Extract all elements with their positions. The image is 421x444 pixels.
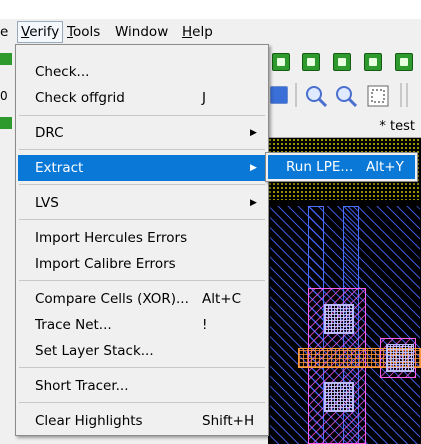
menu-item-label: Import Calibre Errors: [35, 256, 176, 272]
menu-verify-rest: erify: [29, 24, 60, 40]
verify-menu: Check... Check offgrid J DRC ▶ Extract ▶…: [15, 44, 269, 436]
menu-item-label: DRC: [35, 125, 64, 141]
menu-item-import-calibre[interactable]: Import Calibre Errors: [18, 251, 266, 277]
underlying-left-panel: 0: [0, 45, 14, 444]
zoom-in-icon[interactable]: [303, 83, 329, 109]
menu-item-shortcut: Alt+C: [202, 291, 242, 307]
menu-item-label: Clear Highlights: [35, 413, 143, 429]
window-title-strip: [0, 0, 421, 19]
menu-separator: [19, 219, 265, 220]
zoom-out-icon[interactable]: [333, 83, 359, 109]
layer-icon: [0, 53, 12, 65]
menu-item-label: Check offgrid: [35, 90, 125, 106]
toolbar-separator: [406, 83, 408, 107]
menu-item-trace-net[interactable]: Trace Net... !: [18, 312, 266, 338]
menu-item-label: Extract: [35, 160, 84, 176]
menu-item-drc[interactable]: DRC ▶: [18, 120, 266, 146]
menu-verify[interactable]: Verify: [17, 21, 64, 43]
menu-item-import-hercules[interactable]: Import Hercules Errors: [18, 225, 266, 251]
menu-tools-rest: ools: [72, 24, 101, 40]
extract-submenu: Run LPE... Alt+Y: [265, 152, 418, 182]
contact-via: [386, 344, 414, 372]
menu-item-shortcut: !: [202, 317, 208, 333]
layer-tool-icon[interactable]: [272, 53, 290, 71]
row-value: 0: [0, 89, 8, 103]
layout-canvas[interactable]: [268, 138, 421, 444]
menu-item-label: LVS: [35, 195, 59, 211]
menu-item-compare-cells[interactable]: Compare Cells (XOR)... Alt+C: [18, 286, 266, 312]
layer-icon: [0, 117, 12, 129]
menu-item-label: Run LPE...: [286, 159, 354, 175]
menu-help[interactable]: Help: [179, 21, 216, 43]
menu-item-shortcut: J: [202, 90, 206, 106]
menu-item-set-layer-stack[interactable]: Set Layer Stack...: [18, 338, 266, 364]
menu-item-extract[interactable]: Extract ▶: [18, 155, 266, 181]
contact-via: [324, 382, 354, 412]
menu-edit-partial[interactable]: e: [0, 21, 11, 43]
contact-via: [324, 304, 354, 334]
menu-item-label: Trace Net...: [35, 317, 112, 333]
document-tab[interactable]: * test: [379, 119, 415, 134]
layer-tool-icon[interactable]: [395, 53, 413, 71]
menu-item-check[interactable]: Check...: [18, 59, 266, 85]
layer-tool-icon[interactable]: [333, 53, 351, 71]
menu-help-rest: elp: [192, 24, 213, 40]
submenu-arrow-icon: ▶: [250, 198, 257, 208]
submenu-arrow-icon: ▶: [250, 163, 257, 173]
menu-separator: [19, 115, 265, 116]
menu-item-run-lpe[interactable]: Run LPE... Alt+Y: [268, 155, 415, 179]
toolbar-separator: [400, 83, 402, 107]
menu-item-label: Import Hercules Errors: [35, 230, 188, 246]
zoom-fit-icon[interactable]: [365, 83, 391, 109]
menu-item-check-offgrid[interactable]: Check offgrid J: [18, 85, 266, 111]
menu-item-lvs[interactable]: LVS ▶: [18, 190, 266, 216]
menu-separator: [19, 280, 265, 281]
menu-tools[interactable]: Tools: [64, 21, 103, 43]
toolbar-separator: [295, 83, 297, 107]
menu-item-shortcut: Shift+H: [202, 413, 255, 429]
select-tool-icon[interactable]: [270, 86, 288, 104]
menubar: e Verify Tools Window Help: [0, 19, 421, 45]
menu-item-label: Set Layer Stack...: [35, 343, 154, 359]
layer-tool-icon[interactable]: [302, 53, 320, 71]
menu-separator: [19, 367, 265, 368]
canvas-header: * test: [268, 117, 421, 138]
menu-item-shortcut: Alt+Y: [366, 159, 404, 175]
menu-window[interactable]: Window: [112, 21, 171, 43]
menu-separator: [19, 184, 265, 185]
menu-separator: [19, 402, 265, 403]
menu-item-short-tracer[interactable]: Short Tracer...: [18, 373, 266, 399]
menu-separator: [19, 149, 265, 150]
menu-verify-mnemonic: V: [21, 24, 30, 40]
menu-item-label: Short Tracer...: [35, 378, 129, 394]
menu-item-clear-highlights[interactable]: Clear Highlights Shift+H: [18, 408, 266, 434]
menu-help-mnemonic: H: [182, 24, 193, 40]
menu-item-label: Check...: [35, 64, 90, 80]
menu-item-label: Compare Cells (XOR)...: [35, 291, 189, 307]
layer-tool-icon[interactable]: [364, 53, 382, 71]
submenu-arrow-icon: ▶: [250, 128, 257, 138]
